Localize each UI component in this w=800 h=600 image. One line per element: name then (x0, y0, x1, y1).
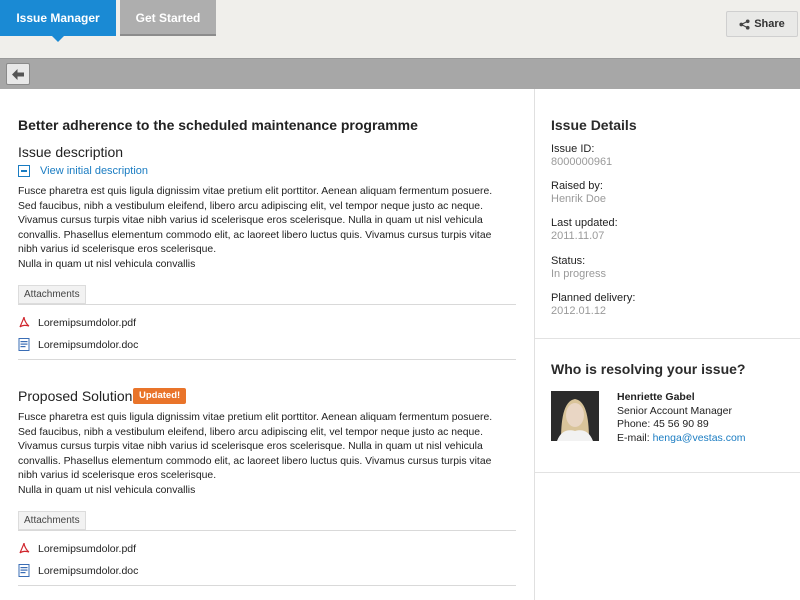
issue-title: Better adherence to the scheduled mainte… (18, 117, 418, 133)
back-arrow-icon (12, 68, 24, 80)
solution-attachment-pdf[interactable]: Loremipsumdolor.pdf (18, 542, 136, 555)
detail-value-last-updated: 2011.11.07 (551, 230, 605, 242)
attachment-name: Loremipsumdolor.pdf (38, 316, 137, 329)
solution-line: Vivamus cursus turpis vitae nibh varius … (18, 441, 483, 452)
person-photo (551, 391, 599, 441)
solution-line: nibh varius id scelerisque eros sceleris… (18, 470, 217, 481)
description-line: Nulla in quam ut nisl vehicula convallis (18, 258, 196, 270)
detail-label-raised-by: Raised by: (551, 180, 603, 192)
share-label: Share (754, 18, 785, 30)
view-initial-description-link[interactable]: View initial description (18, 165, 148, 177)
resolver-phone: Phone: 45 56 90 89 (617, 418, 709, 430)
doc-icon (18, 564, 30, 577)
divider (18, 359, 516, 360)
description-line: Vivamus cursus turpis vitae nibh varius … (18, 215, 483, 226)
resolver-title: Who is resolving your issue? (551, 361, 746, 377)
solution-line: Fusce pharetra est quis ligula dignissim… (18, 412, 493, 423)
resolver-name: Henriette Gabel (617, 391, 695, 403)
back-button[interactable] (6, 63, 30, 85)
pdf-icon (19, 316, 30, 328)
solution-line: convallis. Phasellus elementum commodo e… (18, 455, 492, 467)
tab-get-started[interactable]: Get Started (120, 0, 216, 36)
detail-label-last-updated: Last updated: (551, 217, 618, 229)
updated-badge: Updated! (133, 388, 187, 404)
detail-label-status: Status: (551, 255, 586, 267)
attachment-name: Loremipsumdolor.doc (38, 338, 139, 351)
attachments-tab[interactable]: Attachments (18, 285, 86, 304)
issue-description-text: Fusce pharetra est quis ligula dignissim… (18, 185, 518, 272)
collapse-icon (18, 165, 30, 177)
share-button[interactable]: Share (726, 11, 798, 37)
resolver-email-link[interactable]: henga@vestas.com (653, 432, 746, 444)
issue-description-heading: Issue description (18, 144, 124, 160)
proposed-solution-text: Fusce pharetra est quis ligula dignissim… (18, 411, 518, 498)
email-prefix: E-mail: (617, 431, 653, 444)
tab-issue-manager[interactable]: Issue Manager (0, 0, 116, 42)
attachment-name: Loremipsumdolor.doc (38, 564, 139, 577)
solution-attachment-doc[interactable]: Loremipsumdolor.doc (18, 564, 138, 577)
solution-line: Nulla in quam ut nisl vehicula convallis (18, 484, 196, 496)
description-line: convallis. Phasellus elementum commodo e… (18, 229, 492, 241)
divider (18, 530, 516, 531)
detail-label-issue-id: Issue ID: (551, 143, 595, 155)
description-line: nibh varius id scelerisque eros sceleris… (18, 244, 217, 255)
description-line: Sed faucibus, nibh a vestibulum eleifend… (18, 200, 483, 212)
detail-value-status: In progress (551, 268, 607, 280)
divider (535, 472, 800, 473)
issue-details-sidebar: Issue Details Issue ID: 8000000961 Raise… (535, 89, 800, 600)
resolver-role: Senior Account Manager (617, 404, 732, 417)
pdf-icon (19, 542, 30, 554)
issue-details-title: Issue Details (551, 117, 637, 133)
description-line: Fusce pharetra est quis ligula dignissim… (18, 186, 493, 197)
proposed-solution-heading: Proposed Solution (18, 388, 133, 404)
solution-line: Sed faucibus, nibh a vestibulum eleifend… (18, 426, 483, 438)
attachment-doc[interactable]: Loremipsumdolor.doc (18, 338, 138, 351)
detail-value-planned-delivery: 2012.01.12 (551, 305, 607, 317)
attachment-pdf[interactable]: Loremipsumdolor.pdf (18, 316, 136, 329)
attachment-name: Loremipsumdolor.pdf (38, 542, 137, 555)
detail-value-raised-by: Henrik Doe (551, 193, 607, 205)
main-panel: Better adherence to the scheduled mainte… (0, 89, 800, 600)
detail-label-planned-delivery: Planned delivery: (551, 292, 636, 304)
doc-icon (18, 338, 30, 351)
avatar (551, 391, 599, 441)
solution-attachments-tab[interactable]: Attachments (18, 511, 86, 530)
resolver-email-row: E-mail: henga@vestas.com (617, 432, 746, 446)
view-initial-label: View initial description (40, 165, 149, 177)
issue-content: Better adherence to the scheduled mainte… (0, 89, 535, 600)
resolver-contact: Henriette Gabel Senior Account Manager P… (617, 391, 746, 445)
divider (18, 304, 516, 305)
detail-value-issue-id: 8000000961 (551, 156, 613, 168)
divider (18, 585, 516, 586)
divider (535, 338, 800, 339)
toolbar (0, 58, 800, 89)
share-icon (739, 18, 750, 30)
